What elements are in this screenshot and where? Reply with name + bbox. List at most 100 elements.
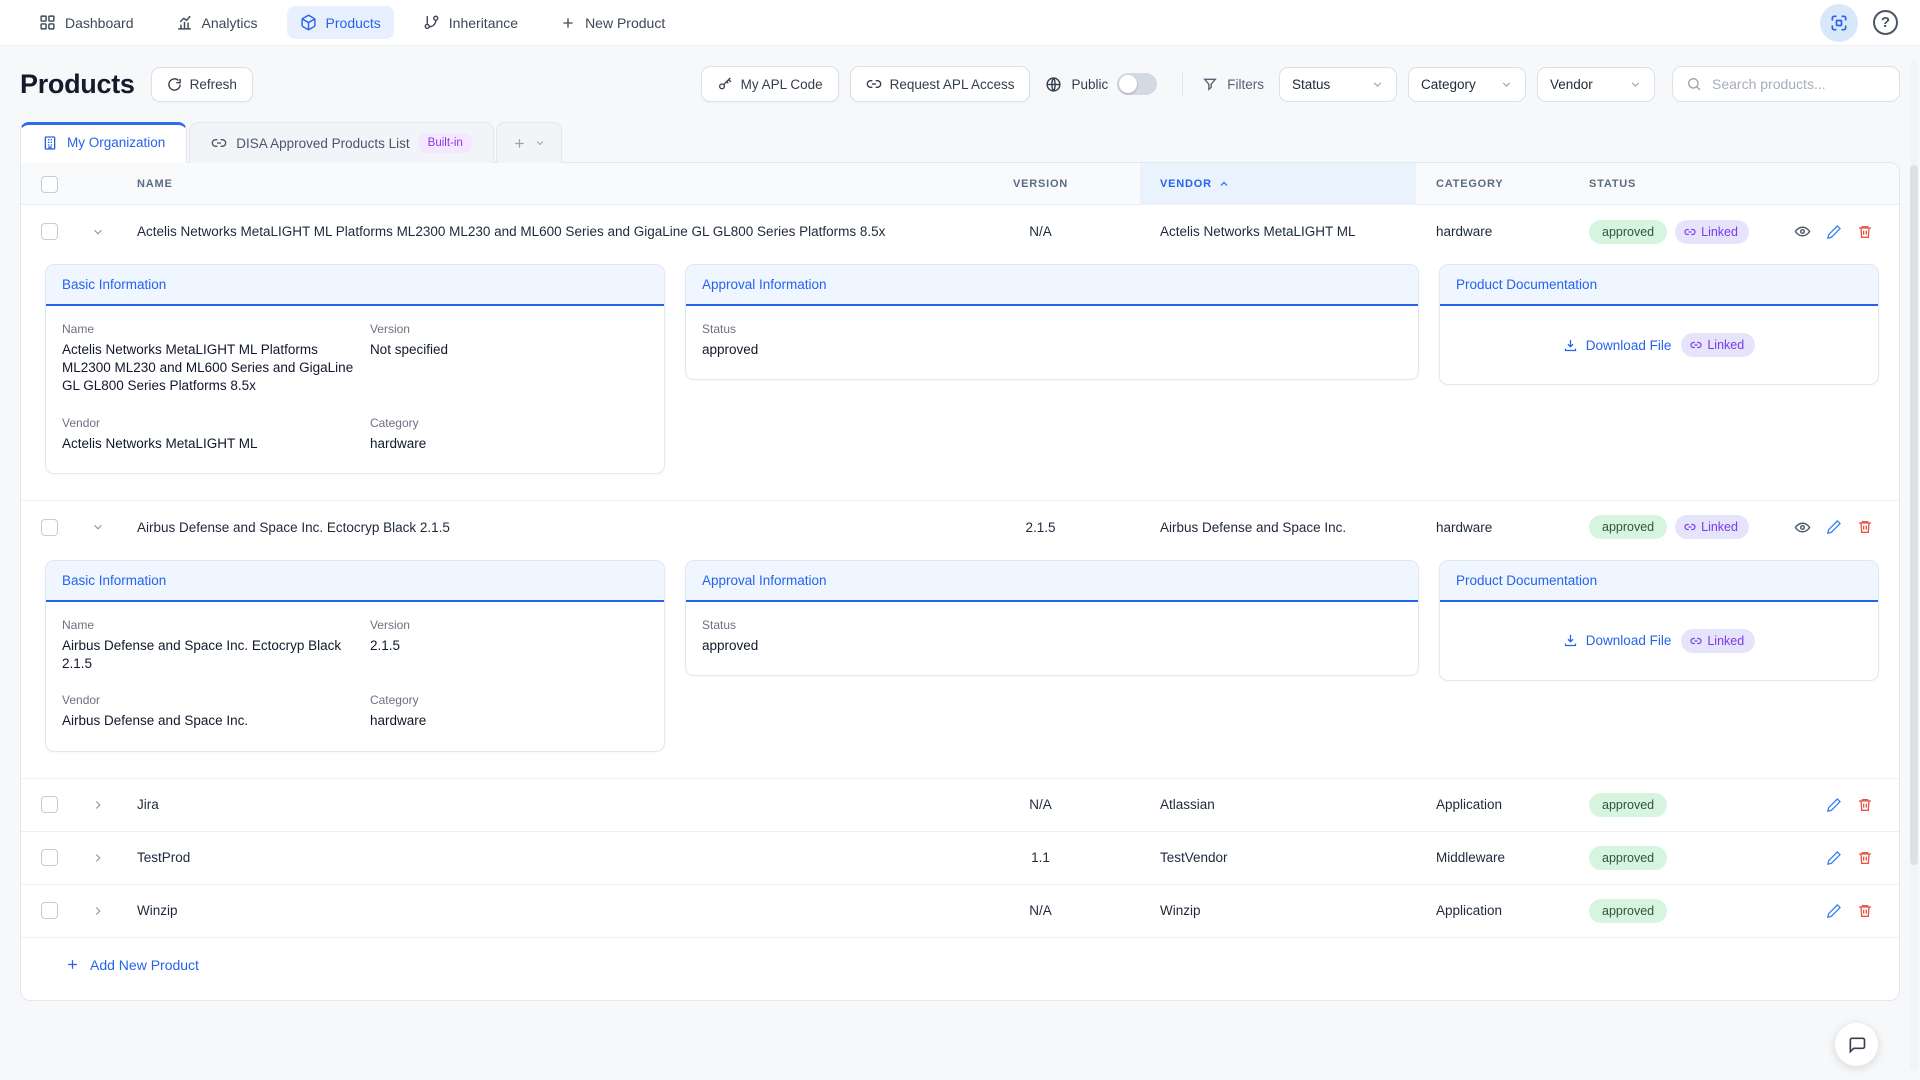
panel-title: Product Documentation xyxy=(1440,561,1878,602)
status-filter-dropdown[interactable]: Status xyxy=(1279,67,1397,102)
linked-badge: Linked xyxy=(1681,629,1755,653)
download-file-label: Download File xyxy=(1586,338,1672,353)
filters-button[interactable]: Filters xyxy=(1202,76,1264,92)
refresh-button[interactable]: Refresh xyxy=(151,67,253,102)
question-icon: ? xyxy=(1881,14,1890,31)
scan-frame-icon xyxy=(1829,13,1849,33)
field-status: Status approved xyxy=(702,618,1402,655)
nav-item-new-product[interactable]: New Product xyxy=(547,7,678,39)
nav-label: Dashboard xyxy=(65,15,134,31)
delete-button[interactable] xyxy=(1857,224,1873,240)
delete-button[interactable] xyxy=(1857,903,1873,919)
panel-title: Basic Information xyxy=(46,561,664,602)
column-header-category[interactable]: CATEGORY xyxy=(1416,178,1569,190)
edit-button[interactable] xyxy=(1826,519,1842,535)
my-apl-code-label: My APL Code xyxy=(741,77,823,92)
vendor-filter-value: Vendor xyxy=(1550,77,1593,92)
fullscreen-scan-button[interactable] xyxy=(1820,4,1858,42)
scrollbar-thumb[interactable] xyxy=(1910,165,1918,865)
tab-disa-approved-products-list[interactable]: DISA Approved Products List Built-in xyxy=(189,122,494,163)
product-version: N/A xyxy=(941,224,1140,239)
product-version: N/A xyxy=(941,903,1140,918)
request-apl-access-label: Request APL Access xyxy=(890,77,1015,92)
nav-item-inheritance[interactable]: Inheritance xyxy=(410,6,531,39)
row-checkbox[interactable] xyxy=(41,519,58,536)
top-navigation-bar: Dashboard Analytics Products Inheritance… xyxy=(0,0,1920,46)
column-header-name[interactable]: NAME xyxy=(119,178,941,190)
download-file-link[interactable]: Download File xyxy=(1563,338,1672,353)
nav-label: Analytics xyxy=(202,15,258,31)
add-new-product-button[interactable]: Add New Product xyxy=(65,957,199,973)
nav-item-products[interactable]: Products xyxy=(287,6,394,39)
panel-title: Approval Information xyxy=(686,265,1418,306)
product-name: Actelis Networks MetaLIGHT ML Platforms … xyxy=(119,223,941,241)
expand-row-button[interactable] xyxy=(77,798,119,812)
edit-button[interactable] xyxy=(1826,797,1842,813)
link-icon xyxy=(211,135,227,151)
collapse-row-button[interactable] xyxy=(77,225,119,239)
field-vendor: Vendor Airbus Defense and Space Inc. xyxy=(62,693,354,730)
refresh-icon xyxy=(167,77,182,92)
product-category: hardware xyxy=(1416,520,1569,535)
status-badge: approved xyxy=(1589,220,1667,244)
table-footer: Add New Product xyxy=(21,938,1899,1001)
table-header-row: NAME VERSION VENDOR CATEGORY STATUS xyxy=(21,163,1899,205)
view-button[interactable] xyxy=(1794,519,1811,536)
chat-widget-button[interactable] xyxy=(1835,1023,1878,1066)
page-header: Products Refresh My APL Code Request APL… xyxy=(0,46,1920,102)
globe-icon xyxy=(1045,76,1062,93)
search-icon xyxy=(1686,76,1702,92)
view-button[interactable] xyxy=(1794,223,1811,240)
status-badge: approved xyxy=(1589,793,1667,817)
request-apl-access-button[interactable]: Request APL Access xyxy=(850,66,1031,102)
products-cube-icon xyxy=(300,14,317,31)
panel-title: Basic Information xyxy=(46,265,664,306)
help-button[interactable]: ? xyxy=(1873,10,1898,35)
edit-button[interactable] xyxy=(1826,850,1842,866)
edit-button[interactable] xyxy=(1826,224,1842,240)
delete-button[interactable] xyxy=(1857,519,1873,535)
column-header-vendor[interactable]: VENDOR xyxy=(1140,163,1416,205)
tab-add-new-list[interactable] xyxy=(496,122,562,163)
vendor-filter-dropdown[interactable]: Vendor xyxy=(1537,67,1655,102)
category-filter-dropdown[interactable]: Category xyxy=(1408,67,1526,102)
download-file-label: Download File xyxy=(1586,633,1672,648)
linked-badge: Linked xyxy=(1681,333,1755,357)
speech-bubble-icon xyxy=(1847,1035,1867,1055)
search-input[interactable] xyxy=(1712,76,1886,92)
link-icon xyxy=(866,76,882,92)
nav-item-analytics[interactable]: Analytics xyxy=(163,6,271,39)
building-icon xyxy=(42,135,58,151)
chevron-down-icon xyxy=(1371,78,1384,91)
edit-button[interactable] xyxy=(1826,903,1842,919)
column-header-status[interactable]: STATUS xyxy=(1569,178,1791,190)
row-checkbox[interactable] xyxy=(41,902,58,919)
nav-item-dashboard[interactable]: Dashboard xyxy=(26,6,147,39)
tab-my-organization[interactable]: My Organization xyxy=(20,122,187,163)
row-checkbox[interactable] xyxy=(41,223,58,240)
row-checkbox[interactable] xyxy=(41,849,58,866)
approval-information-panel: Approval Information Status approved xyxy=(685,560,1419,676)
field-category: Category hardware xyxy=(370,416,648,453)
table-row: Winzip N/A Winzip Application approved xyxy=(21,885,1899,938)
linked-badge: Linked xyxy=(1675,515,1749,539)
row-checkbox[interactable] xyxy=(41,796,58,813)
field-version: Version Not specified xyxy=(370,322,648,396)
field-name: Name Airbus Defense and Space Inc. Ectoc… xyxy=(62,618,354,673)
download-file-link[interactable]: Download File xyxy=(1563,633,1672,648)
expand-row-button[interactable] xyxy=(77,851,119,865)
collapse-row-button[interactable] xyxy=(77,520,119,534)
column-header-version[interactable]: VERSION xyxy=(941,178,1140,190)
list-tabs: My Organization DISA Approved Products L… xyxy=(0,102,1920,162)
my-apl-code-button[interactable]: My APL Code xyxy=(701,66,839,102)
product-version: 1.1 xyxy=(941,850,1140,865)
public-toggle[interactable] xyxy=(1117,73,1157,95)
inheritance-branch-icon xyxy=(423,14,440,31)
delete-button[interactable] xyxy=(1857,797,1873,813)
delete-button[interactable] xyxy=(1857,850,1873,866)
funnel-icon xyxy=(1202,76,1218,92)
product-name: Jira xyxy=(119,796,941,814)
product-name: TestProd xyxy=(119,849,941,867)
expand-row-button[interactable] xyxy=(77,904,119,918)
select-all-checkbox[interactable] xyxy=(41,176,58,193)
